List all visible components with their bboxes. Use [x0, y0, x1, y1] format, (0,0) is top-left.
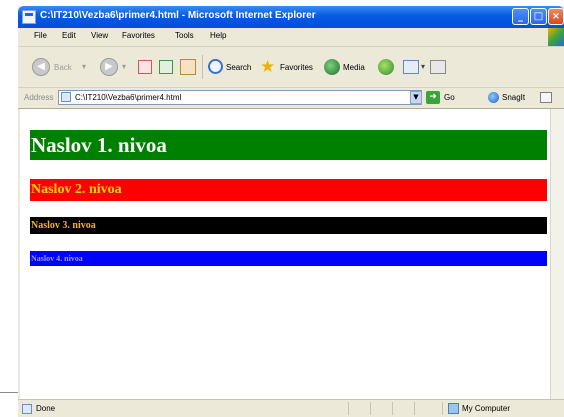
ie-page-icon — [61, 92, 71, 102]
search-icon[interactable] — [208, 59, 223, 74]
refresh-icon[interactable] — [159, 60, 173, 74]
menu-edit[interactable]: Edit — [62, 31, 76, 40]
close-button[interactable]: × — [548, 8, 564, 25]
heading-level-3: Naslov 3. nivoa — [30, 217, 547, 234]
standard-toolbar: ◀ Back ▾ ▶ ▾ Search ★ Favorites Media ▾ — [18, 47, 564, 88]
menu-tools[interactable]: Tools — [175, 31, 194, 40]
media-icon[interactable] — [324, 59, 340, 75]
back-dropdown-icon[interactable]: ▾ — [82, 62, 86, 71]
ie-window: C:\IT210\Vezba6\primer4.html - Microsoft… — [18, 6, 564, 417]
security-zone: My Computer — [462, 404, 511, 413]
menu-view[interactable]: View — [91, 31, 108, 40]
minimize-button[interactable]: _ — [512, 8, 529, 25]
vertical-scrollbar[interactable] — [550, 109, 564, 399]
menu-favorites[interactable]: Favorites — [122, 31, 155, 40]
status-divider — [348, 402, 349, 415]
menu-help[interactable]: Help — [210, 31, 226, 40]
snagit-icon[interactable] — [488, 92, 499, 103]
menu-file[interactable]: File — [34, 31, 47, 40]
mail-dropdown-icon[interactable]: ▾ — [421, 62, 425, 71]
star-icon[interactable]: ★ — [260, 57, 275, 77]
media-button[interactable]: Media — [343, 63, 365, 72]
snagit-button[interactable]: SnagIt — [502, 93, 525, 102]
history-icon[interactable] — [378, 59, 394, 75]
address-dropdown-button[interactable]: ▼ — [410, 91, 422, 104]
forward-dropdown-icon[interactable]: ▾ — [122, 62, 126, 71]
toolbar-separator — [202, 55, 203, 79]
ie-page-icon — [22, 404, 32, 414]
heading-level-4: Naslov 4. nivoa — [30, 251, 547, 266]
back-arrow-icon: ◀ — [37, 61, 45, 72]
heading-level-1: Naslov 1. nivoa — [30, 130, 547, 160]
go-button[interactable]: Go — [444, 93, 455, 102]
stop-icon[interactable] — [138, 60, 152, 74]
desktop-divider — [0, 392, 18, 393]
status-divider — [442, 402, 443, 415]
menu-bar: File Edit View Favorites Tools Help — [18, 28, 564, 47]
title-bar: C:\IT210\Vezba6\primer4.html - Microsoft… — [18, 6, 564, 28]
status-divider — [370, 402, 371, 415]
page-content: Naslov 1. nivoa Naslov 2. nivoa Naslov 3… — [20, 109, 550, 399]
back-button[interactable]: ◀ — [32, 58, 50, 76]
status-text: Done — [36, 404, 56, 413]
window-title: C:\IT210\Vezba6\primer4.html - Microsoft… — [40, 10, 316, 21]
address-input[interactable]: C:\IT210\Vezba6\primer4.html — [58, 90, 422, 105]
heading-level-2: Naslov 2. nivoa — [30, 179, 547, 201]
my-computer-icon — [448, 403, 459, 414]
go-arrow-icon[interactable]: ➜ — [426, 91, 440, 104]
mail-icon[interactable] — [403, 60, 419, 74]
search-button[interactable]: Search — [226, 63, 251, 72]
address-bar: Address C:\IT210\Vezba6\primer4.html ▼ ➜… — [18, 88, 564, 109]
forward-arrow-icon: ▶ — [105, 61, 113, 72]
address-label: Address — [24, 93, 54, 102]
status-divider — [414, 402, 415, 415]
ie-page-icon[interactable] — [22, 10, 36, 24]
status-divider — [392, 402, 393, 415]
back-label[interactable]: Back — [54, 63, 72, 72]
favorites-button[interactable]: Favorites — [280, 63, 313, 72]
forward-button[interactable]: ▶ — [100, 58, 118, 76]
home-icon[interactable] — [180, 59, 196, 75]
windows-logo-icon — [548, 28, 564, 46]
snagit-capture-icon[interactable] — [540, 92, 552, 103]
status-bar: Done My Computer — [18, 399, 564, 417]
maximize-button[interactable]: □ — [530, 8, 547, 25]
print-icon[interactable] — [430, 60, 446, 74]
